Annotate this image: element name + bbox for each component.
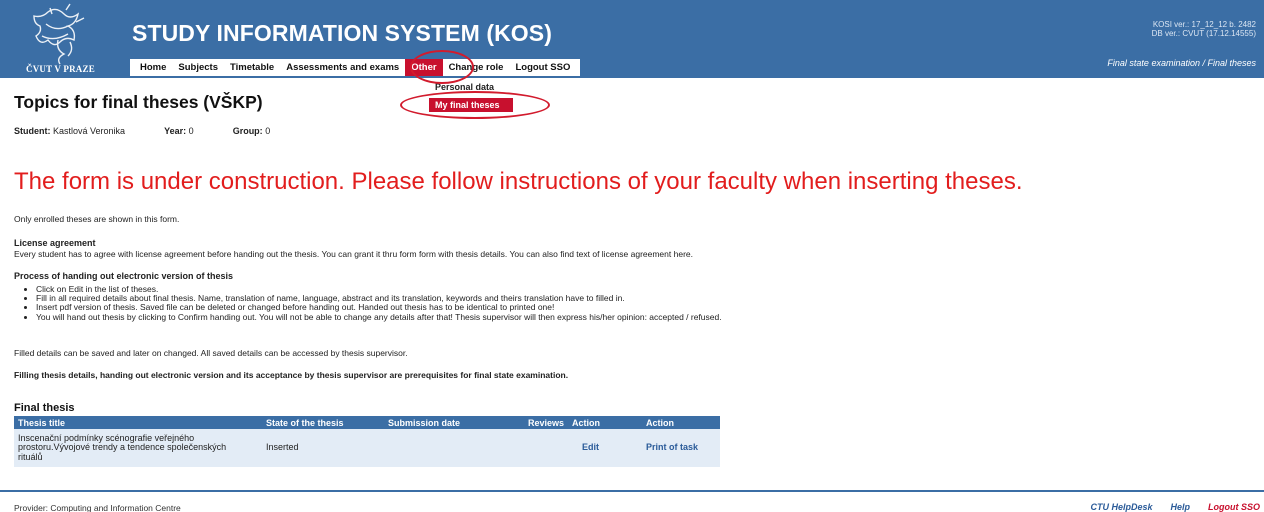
footer-divider	[0, 490, 1264, 492]
other-dropdown-menu: Personal data My final theses	[429, 80, 513, 112]
system-title: STUDY INFORMATION SYSTEM (KOS)	[132, 20, 552, 46]
student-info: Student: Kastlová Veronika Year: 0 Group…	[14, 126, 270, 136]
year-label: Year:	[164, 126, 187, 136]
construction-notice: The form is under construction. Please f…	[14, 168, 1023, 195]
reviews-cell	[510, 429, 568, 467]
license-text: Every student has to agree with license …	[14, 249, 693, 259]
col-state: State of the thesis	[262, 416, 384, 429]
logo-text: ČVUT V PRAZE	[26, 64, 95, 74]
thesis-title-line: prostoru.Vývojové trendy a tendence spol…	[18, 442, 227, 453]
student-label: Student:	[14, 126, 51, 136]
enrolled-note: Only enrolled theses are shown in this f…	[14, 214, 180, 224]
location-breadcrumb: Final state examination / Final theses	[1107, 58, 1256, 68]
col-action-edit: Action	[568, 416, 642, 429]
main-nav: Home Subjects Timetable Assessments and …	[130, 59, 581, 76]
saved-note: Filled details can be saved and later on…	[14, 348, 408, 358]
version-info: KOSI ver.: 17_12_12 b. 2482 DB ver.: CVU…	[1152, 20, 1256, 38]
group-value: 0	[265, 126, 271, 136]
group-label: Group:	[232, 126, 263, 136]
nav-home[interactable]: Home	[134, 59, 172, 76]
col-submission-date: Submission date	[384, 416, 510, 429]
version-line-kosi: KOSI ver.: 17_12_12 b. 2482	[1152, 20, 1256, 29]
final-thesis-heading: Final thesis	[14, 402, 75, 414]
menu-item-my-final-theses[interactable]: My final theses	[429, 98, 513, 112]
edit-cell: Edit	[568, 429, 642, 467]
help-link[interactable]: Help	[1170, 502, 1190, 512]
footer-logout-sso-link[interactable]: Logout SSO	[1208, 502, 1260, 512]
nav-subjects[interactable]: Subjects	[172, 59, 224, 76]
thesis-title-cell: Inscenační podmínky scénografie veřejnéh…	[14, 429, 262, 467]
table-row: Inscenační podmínky scénografie veřejnéh…	[14, 429, 720, 467]
nav-logout-sso[interactable]: Logout SSO	[509, 59, 576, 76]
thesis-title-line: rituálů	[18, 451, 43, 462]
print-of-task-link[interactable]: Print of task	[646, 442, 698, 453]
page-title: Topics for final theses (VŠKP)	[14, 92, 263, 112]
provider-text: Provider: Computing and Information Cent…	[14, 503, 181, 512]
nav-change-role[interactable]: Change role	[443, 59, 510, 76]
nav-other[interactable]: Other	[405, 59, 443, 76]
license-heading: License agreement	[14, 238, 96, 248]
col-reviews: Reviews	[510, 416, 568, 429]
col-thesis-title: Thesis title	[14, 416, 262, 429]
year-value: 0	[188, 126, 194, 136]
footer-links: CTU HelpDesk Help Logout SSO	[1090, 502, 1260, 512]
header-bar: ČVUT V PRAZE STUDY INFORMATION SYSTEM (K…	[0, 0, 1264, 78]
col-action-print: Action	[642, 416, 720, 429]
student-value: Kastlová Veronika	[53, 126, 126, 136]
nav-assessments-and-exams[interactable]: Assessments and exams	[280, 59, 405, 76]
thesis-state-cell: Inserted	[262, 429, 384, 467]
ctu-helpdesk-link[interactable]: CTU HelpDesk	[1090, 502, 1152, 512]
submission-date-cell	[384, 429, 510, 467]
print-cell: Print of task	[642, 429, 720, 467]
nav-timetable[interactable]: Timetable	[224, 59, 280, 76]
process-steps-list: Click on Edit in the list of theses. Fil…	[36, 284, 722, 322]
final-thesis-table: Thesis title State of the thesis Submiss…	[14, 416, 720, 467]
process-step: You will hand out thesis by clicking to …	[36, 312, 722, 322]
edit-link[interactable]: Edit	[582, 442, 599, 453]
prerequisites-note: Filling thesis details, handing out elec…	[14, 370, 569, 380]
process-heading: Process of handing out electronic versio…	[14, 271, 234, 281]
menu-item-personal-data[interactable]: Personal data	[429, 80, 513, 94]
version-line-db: DB ver.: CVUT (17.12.14555)	[1151, 29, 1256, 38]
table-header-row: Thesis title State of the thesis Submiss…	[14, 416, 720, 429]
